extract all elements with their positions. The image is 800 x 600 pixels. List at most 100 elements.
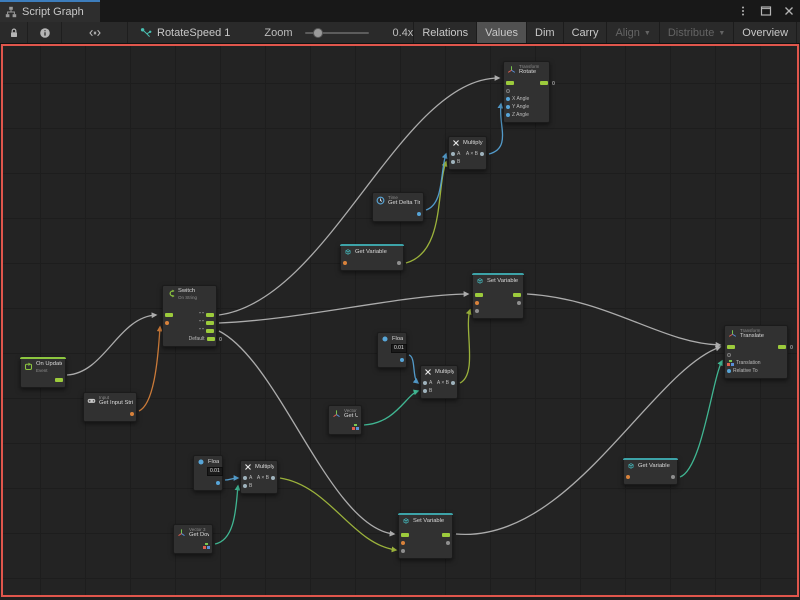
- vector3-port[interactable]: [203, 543, 210, 549]
- clock-icon: [376, 196, 385, 205]
- flow-port[interactable]: [778, 345, 786, 349]
- value-port[interactable]: [271, 476, 275, 480]
- value-input[interactable]: 0.01: [207, 467, 223, 476]
- value-port[interactable]: [130, 412, 134, 416]
- flow-port[interactable]: [165, 313, 173, 317]
- view-button-overview[interactable]: Overview: [733, 22, 796, 43]
- value-port[interactable]: [243, 476, 247, 480]
- node-set-variable-top[interactable]: Set Variable: [472, 273, 524, 319]
- flow-port[interactable]: [206, 329, 214, 333]
- node-float-bottom[interactable]: Float0.01: [193, 455, 223, 491]
- view-button-relations[interactable]: Relations: [413, 22, 476, 43]
- node-get-variable-bottom[interactable]: Get Variable: [623, 458, 678, 485]
- value-port[interactable]: [397, 261, 401, 265]
- node-get-variable-top[interactable]: Get Variable: [340, 244, 404, 271]
- port-row: [194, 479, 222, 487]
- flow-port[interactable]: [401, 533, 409, 537]
- value-port[interactable]: [475, 309, 479, 313]
- tab-script-graph[interactable]: Script Graph: [0, 0, 100, 22]
- value-port[interactable]: [480, 152, 484, 156]
- port-label: " ": [199, 320, 204, 326]
- zoom-slider-handle[interactable]: [313, 28, 323, 38]
- view-button-carry[interactable]: Carry: [563, 22, 607, 43]
- node-multiply-mid[interactable]: MultiplyAA × BB: [420, 365, 458, 399]
- node-get-input-string[interactable]: InputGet Input String: [83, 392, 137, 422]
- node-get-delta-time[interactable]: TimeGet Delta Time: [372, 192, 424, 222]
- value-port[interactable]: [165, 321, 169, 325]
- value-port[interactable]: [417, 212, 421, 216]
- value-port[interactable]: [727, 353, 731, 357]
- flow-port[interactable]: [513, 293, 521, 297]
- node-vector3-get-down[interactable]: Vector 3Get Down: [173, 524, 213, 554]
- port-row: [504, 79, 549, 87]
- flow-port[interactable]: [55, 378, 63, 382]
- graph-toolbar: RotateSpeed 1 Zoom 0.4x RelationsValuesD…: [0, 22, 800, 44]
- graph-canvas[interactable]: On UpdateEvent InputGet Input String Switc…: [1, 44, 799, 597]
- value-port[interactable]: [506, 97, 510, 101]
- value-port[interactable]: [423, 381, 427, 385]
- menu-button[interactable]: [731, 0, 754, 22]
- zoom-slider[interactable]: [305, 32, 369, 34]
- flow-port[interactable]: [475, 293, 483, 297]
- value-port[interactable]: [451, 160, 455, 164]
- port-row: B: [421, 387, 457, 395]
- value-port[interactable]: [243, 484, 247, 488]
- value-port[interactable]: [401, 541, 405, 545]
- view-button-distribute[interactable]: Distribute▼: [659, 22, 733, 43]
- flow-port[interactable]: [506, 81, 514, 85]
- value-port[interactable]: [451, 152, 455, 156]
- value-port[interactable]: [343, 261, 347, 265]
- node-translate[interactable]: TransformTranslateTranslationRelative To: [724, 325, 788, 379]
- lock-button[interactable]: [0, 22, 28, 43]
- node-multiply-top[interactable]: MultiplyAA × BB: [448, 136, 487, 170]
- value-port[interactable]: [423, 389, 427, 393]
- node-rotate[interactable]: TransformRotateX AngleY AngleZ Angle: [503, 61, 550, 123]
- port-label: A: [457, 151, 460, 157]
- value-port[interactable]: [506, 113, 510, 117]
- flow-port[interactable]: [540, 81, 548, 85]
- value-port[interactable]: [400, 358, 404, 362]
- node-body: [21, 374, 65, 387]
- vector3-port[interactable]: [352, 424, 359, 430]
- view-button-values[interactable]: Values: [476, 22, 526, 43]
- view-button-dim[interactable]: Dim: [526, 22, 563, 43]
- value-port[interactable]: [671, 475, 675, 479]
- vector3-port[interactable]: [727, 360, 734, 366]
- node-text: Multiply: [435, 369, 454, 376]
- value-port[interactable]: [517, 301, 521, 305]
- input-port-group: Relative To: [727, 368, 758, 374]
- value-port[interactable]: [727, 369, 731, 373]
- node-on-update[interactable]: On UpdateEvent: [20, 357, 66, 388]
- value-input[interactable]: 0.01: [391, 344, 407, 353]
- flow-port[interactable]: [206, 321, 214, 325]
- value-port[interactable]: [506, 89, 510, 93]
- node-switch-on-string[interactable]: SwitchOn String" "" "" "Default: [162, 285, 217, 347]
- value-port[interactable]: [401, 549, 405, 553]
- port-row: [473, 307, 523, 315]
- flow-port[interactable]: [206, 313, 214, 317]
- maximize-button[interactable]: [754, 0, 777, 22]
- insert-node-button[interactable]: [62, 22, 128, 43]
- port-row: " ": [163, 327, 216, 335]
- view-button-label: Relations: [422, 27, 468, 39]
- view-button-align[interactable]: Align▼: [606, 22, 658, 43]
- value-port[interactable]: [506, 105, 510, 109]
- connection-wire: [364, 391, 418, 425]
- value-port[interactable]: [451, 381, 455, 385]
- value-port[interactable]: [446, 541, 450, 545]
- view-button-full-screen[interactable]: Full Screen: [796, 22, 800, 43]
- flow-port[interactable]: [727, 345, 735, 349]
- close-button[interactable]: [777, 0, 800, 22]
- dropdown-caret-icon: ▼: [644, 30, 651, 37]
- node-float-mid[interactable]: Float0.01: [377, 332, 407, 368]
- node-set-variable-bottom[interactable]: Set Variable: [398, 513, 453, 559]
- flow-port[interactable]: [207, 337, 215, 341]
- value-port[interactable]: [216, 481, 220, 485]
- graph-reference-button[interactable]: RotateSpeed 1: [128, 22, 242, 43]
- value-port[interactable]: [626, 475, 630, 479]
- flow-port[interactable]: [442, 533, 450, 537]
- node-multiply-bottom[interactable]: MultiplyAA × BB: [240, 460, 278, 494]
- node-vector3-get-up[interactable]: Vector 3Get Up: [328, 405, 362, 435]
- value-port[interactable]: [475, 301, 479, 305]
- inspect-button[interactable]: [28, 22, 62, 43]
